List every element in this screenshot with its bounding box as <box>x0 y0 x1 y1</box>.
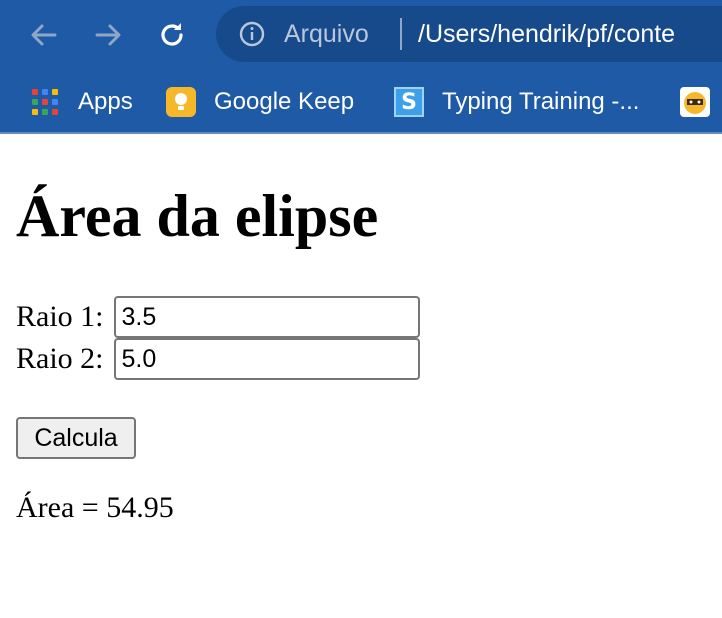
browser-toolbar: Arquivo /Users/hendrik/pf/conte <box>0 0 722 70</box>
bookmark-label: Apps <box>78 88 133 115</box>
apps-grid-icon <box>30 87 60 117</box>
calcula-button[interactable]: Calcula <box>16 417 136 459</box>
bookmark-label: Typing Training -... <box>442 88 640 115</box>
address-url[interactable]: /Users/hendrik/pf/conte <box>418 20 675 48</box>
raio1-label: Raio 1: <box>16 300 104 333</box>
result-text: Área = 54.95 <box>16 491 174 524</box>
bookmark-other[interactable] <box>680 86 722 118</box>
bookmark-favicon <box>680 87 710 117</box>
raio1-row: Raio 1: <box>16 296 420 338</box>
raio2-label: Raio 2: <box>16 342 104 375</box>
forward-button[interactable] <box>88 15 128 55</box>
info-icon[interactable] <box>238 20 266 48</box>
typing-training-icon: S <box>394 87 424 117</box>
bookmarks-bar: Apps Google Keep S Typing Training -... <box>0 70 722 134</box>
raio2-row: Raio 2: <box>16 338 420 380</box>
address-bar[interactable]: Arquivo /Users/hendrik/pf/conte <box>216 6 722 62</box>
back-button[interactable] <box>24 15 64 55</box>
page-title: Área da elipse <box>16 183 379 249</box>
arrow-right-icon <box>95 24 121 46</box>
bookmark-label: Google Keep <box>214 88 355 115</box>
google-keep-icon <box>166 87 196 117</box>
arrow-left-icon <box>31 24 57 46</box>
bookmark-google-keep[interactable]: Google Keep <box>166 86 354 118</box>
raio1-input[interactable] <box>113 296 420 338</box>
raio2-input[interactable] <box>113 338 420 380</box>
bookmark-apps[interactable]: Apps <box>30 86 133 118</box>
reload-button[interactable] <box>152 15 192 55</box>
reload-icon <box>161 23 183 46</box>
address-scheme: Arquivo <box>284 20 369 48</box>
address-separator <box>400 18 402 50</box>
bookmark-typing-training[interactable]: S Typing Training -... <box>394 86 639 118</box>
